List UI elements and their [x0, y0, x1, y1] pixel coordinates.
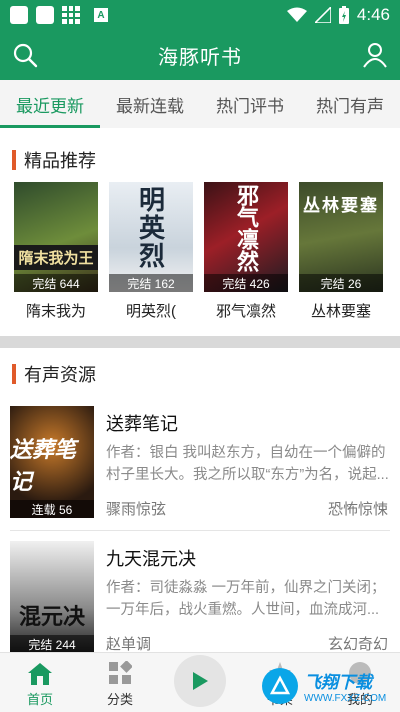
play-icon: [193, 672, 208, 690]
app-bar: 海豚听书: [0, 30, 400, 80]
featured-book[interactable]: 明英烈 完结 162 明英烈(: [109, 182, 193, 322]
play-button[interactable]: [174, 655, 226, 707]
book-status: 完结 644: [14, 274, 98, 292]
player-slot: [160, 653, 240, 712]
cover-title: 邪气凛然: [234, 184, 259, 272]
grid-icon: [62, 6, 80, 24]
book-status: 完结 426: [204, 274, 288, 292]
section-title: 精品推荐: [24, 151, 96, 171]
notification-icon: [10, 6, 28, 24]
tab-recent-update[interactable]: 最近更新: [0, 80, 100, 128]
cover-title: 隋末我为王: [14, 244, 98, 270]
book-title: 送葬笔记: [106, 414, 178, 434]
notification-icon: [36, 6, 54, 24]
clock: 4:46: [356, 5, 390, 24]
narrator: 骤雨惊弦: [106, 501, 167, 518]
featured-list: 隋末我为王 完结 644 隋末我为 明英烈 完结 162 明英烈( 邪气凛然 完…: [0, 182, 400, 322]
list-item[interactable]: 送葬笔记 连载 56 送葬笔记 作者：银白 我叫赵东方，自幼在一个偏僻的村子里长…: [0, 406, 400, 526]
user-icon[interactable]: [362, 42, 388, 68]
nav-home[interactable]: 首页: [0, 653, 80, 712]
section-marker: [12, 150, 16, 170]
status-bar: A 4:46: [0, 0, 400, 30]
tab-new-serial[interactable]: 最新连载: [100, 80, 200, 128]
search-icon[interactable]: [12, 42, 38, 68]
battery-icon: [338, 6, 349, 24]
featured-book[interactable]: 丛林要塞 完结 26 丛林要塞: [299, 182, 383, 322]
book-status: 完结 26: [299, 274, 383, 292]
audio-heading: 有声资源: [0, 356, 400, 392]
genre-label: 恐怖惊悚: [327, 501, 388, 518]
a-icon: A: [94, 8, 108, 22]
section-divider: [0, 336, 400, 348]
nav-category-label: 分类: [106, 692, 133, 707]
watermark-text: 飞翔下载: [304, 673, 372, 692]
book-name: 邪气凛然: [215, 303, 276, 320]
tab-hot-audio[interactable]: 热门有声: [300, 80, 400, 128]
list-item[interactable]: 混元决 完结 244 九天混元决 作者：司徒淼淼 一万年前，仙界之门关闭；一万年…: [0, 541, 400, 661]
book-description: 作者：银白 我叫赵东方，自幼在一个偏僻的村子里长大。我之所以取“东方”为名，说起…: [106, 445, 389, 483]
book-cover[interactable]: 明英烈 完结 162: [109, 182, 193, 292]
watermark-url: WWW.FXXZ.COM: [304, 693, 387, 704]
book-status: 连载 56: [10, 500, 94, 518]
book-cover[interactable]: 混元决 完结 244: [10, 541, 94, 653]
book-name: 丛林要塞: [310, 303, 371, 320]
narrator: 赵单调: [106, 636, 152, 653]
section-title: 有声资源: [24, 365, 96, 385]
cover-title: 送葬笔记: [10, 437, 77, 494]
section-marker: [12, 364, 16, 384]
signal-icon: [314, 7, 331, 23]
book-cover[interactable]: 隋末我为王 完结 644: [14, 182, 98, 292]
featured-book[interactable]: 邪气凛然 完结 426 邪气凛然: [204, 182, 288, 322]
book-name: 明英烈(: [126, 303, 176, 320]
book-status: 完结 244: [10, 635, 94, 653]
tab-bar: 最近更新 最新连载 热门评书 热门有声: [0, 80, 400, 128]
home-icon: [28, 663, 52, 685]
wifi-icon: [286, 7, 307, 22]
featured-heading: 精品推荐: [0, 142, 400, 178]
book-name: 隋末我为: [25, 303, 86, 320]
book-cover[interactable]: 送葬笔记 连载 56: [10, 406, 94, 518]
watermark-logo-icon: [262, 668, 298, 704]
cover-title: 明英烈: [135, 186, 166, 270]
book-description: 作者：司徒淼淼 一万年前，仙界之门关闭；一万年后，战火重燃。人世间，血流成河..…: [106, 580, 386, 618]
featured-book[interactable]: 隋末我为王 完结 644 隋末我为: [14, 182, 98, 322]
category-icon: [109, 661, 132, 684]
list-divider: [10, 530, 390, 531]
book-cover[interactable]: 丛林要塞 完结 26: [299, 182, 383, 292]
tab-hot-pingshu[interactable]: 热门评书: [200, 80, 300, 128]
book-status: 完结 162: [109, 274, 193, 292]
watermark: 飞翔下载 WWW.FXXZ.COM: [262, 664, 396, 708]
book-title: 九天混元决: [106, 549, 196, 569]
cover-title: 混元决: [18, 604, 85, 629]
nav-category[interactable]: 分类: [80, 653, 160, 712]
book-cover[interactable]: 邪气凛然 完结 426: [204, 182, 288, 292]
nav-home-label: 首页: [26, 692, 53, 707]
genre-label: 玄幻奇幻: [327, 636, 388, 653]
app-title: 海豚听书: [158, 46, 242, 69]
cover-title: 丛林要塞: [303, 195, 379, 215]
